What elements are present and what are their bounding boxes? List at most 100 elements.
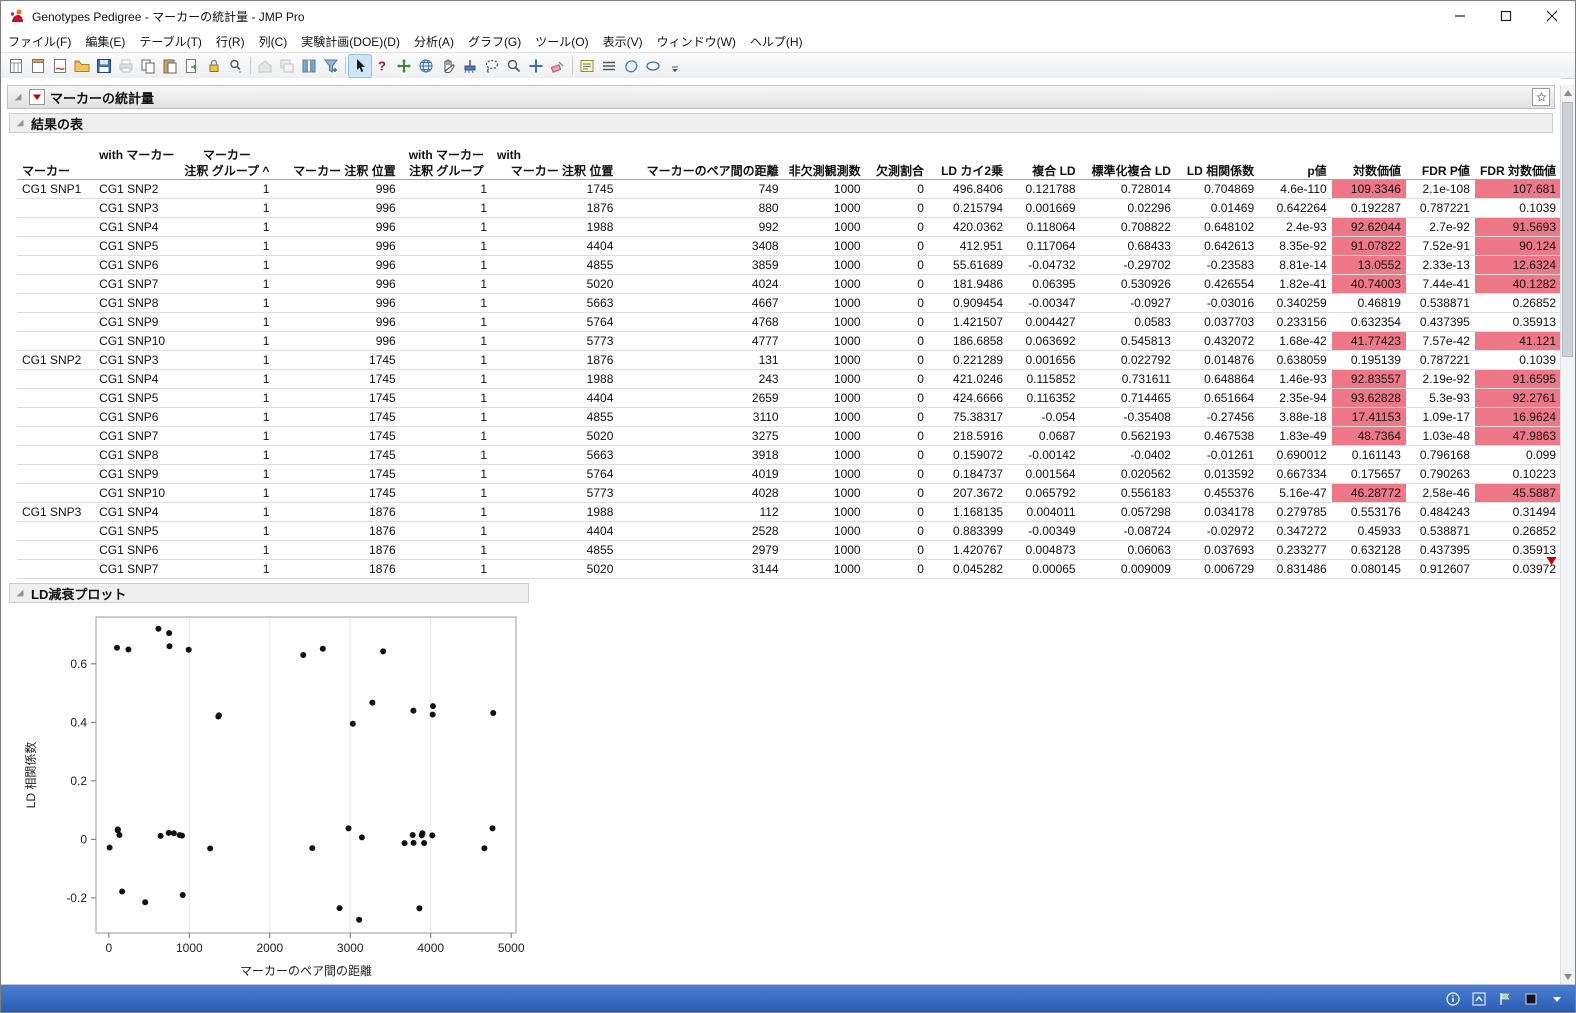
table-cell[interactable]: 0.013592 [1175,464,1260,484]
table-cell[interactable]: 749 [618,179,784,199]
table-cell[interactable]: 1 [179,483,275,503]
table-cell[interactable]: CG1 SNP10 [94,483,180,503]
table-cell[interactable]: 4028 [618,483,784,503]
eraser-tool-icon[interactable] [547,55,569,77]
table-cell[interactable]: 0.10223 [1474,464,1561,484]
table-cell[interactable]: 0.020562 [1080,464,1176,484]
table-cell[interactable]: 1745 [274,350,401,370]
table-cell[interactable]: 112 [618,502,784,522]
table-cell[interactable]: 496.8406 [928,179,1009,199]
table-cell[interactable]: 5.16e-47 [1259,483,1332,503]
table-cell[interactable]: 0.215794 [928,198,1009,218]
table-cell[interactable]: 1000 [783,483,866,503]
table-cell[interactable] [17,521,95,541]
table-cell[interactable]: 880 [618,198,784,218]
table-cell[interactable] [17,426,95,446]
scatter-point[interactable] [166,630,173,637]
table-row[interactable]: CG1 SNP5 1 996 1 4404 3408 1000 0 412.951 0.11706… [17,236,1561,256]
table-cell[interactable]: 0.02296 [1080,198,1176,218]
table-cell[interactable]: 48.7364 [1331,426,1406,446]
table-cell[interactable]: 3859 [618,255,784,275]
scatter-point[interactable] [166,643,173,650]
scatter-point[interactable] [336,905,343,912]
table-cell[interactable] [17,445,95,465]
table-cell[interactable]: 1000 [783,179,866,199]
table-cell[interactable]: 1 [400,274,493,294]
table-cell[interactable]: 1.03e-48 [1405,426,1475,446]
table-cell[interactable]: 1 [400,312,493,332]
table-cell[interactable]: 5764 [492,464,619,484]
table-cell[interactable] [17,217,95,237]
table-cell[interactable]: 0 [865,464,929,484]
table-cell[interactable]: 0.648864 [1175,369,1260,389]
save-icon[interactable] [93,55,115,77]
table-cell[interactable]: 1 [179,521,275,541]
table-cell[interactable]: 0 [865,445,929,465]
table-cell[interactable]: 40.74003 [1331,274,1406,294]
table-cell[interactable]: 0.037703 [1175,312,1260,332]
table-cell[interactable]: 1000 [783,255,866,275]
table-cell[interactable]: 0.437395 [1405,540,1475,560]
table-cell[interactable]: CG1 SNP7 [94,274,180,294]
table-cell[interactable]: CG1 SNP9 [94,464,180,484]
column-header[interactable]: with マーカー 注釈 位置 [492,139,619,180]
table-cell[interactable]: 0.06395 [1008,274,1081,294]
table-cell[interactable]: 1000 [783,274,866,294]
table-cell[interactable]: 1876 [492,198,619,218]
table-cell[interactable]: 0.004011 [1008,502,1081,522]
table-cell[interactable]: 1 [400,236,493,256]
table-cell[interactable] [17,464,95,484]
table-row[interactable]: CG1 SNP7 1 1876 1 5020 3144 1000 0 0.045282 0.000… [17,559,1561,579]
table-cell[interactable]: 5.3e-93 [1405,388,1475,408]
table-cell[interactable]: 2.7e-92 [1405,217,1475,237]
scatter-point[interactable] [142,899,149,906]
print-icon[interactable] [115,55,137,77]
table-cell[interactable]: -0.04732 [1008,255,1081,275]
table-cell[interactable]: 5773 [492,331,619,351]
table-cell[interactable]: 0.184737 [928,464,1009,484]
table-cell[interactable]: 1 [179,426,275,446]
scatter-point[interactable] [380,648,387,655]
table-cell[interactable]: 1000 [783,293,866,313]
info-icon[interactable] [1445,991,1461,1007]
table-cell[interactable]: -0.03016 [1175,293,1260,313]
table-cell[interactable]: 55.61689 [928,255,1009,275]
table-cell[interactable]: 92.62044 [1331,217,1406,237]
home-icon[interactable] [254,55,276,77]
table-cell[interactable]: 3275 [618,426,784,446]
table-cell[interactable]: 41.77423 [1331,331,1406,351]
table-cell[interactable]: 0.347272 [1259,521,1332,541]
table-cell[interactable]: -0.23583 [1175,255,1260,275]
table-cell[interactable] [17,388,95,408]
table-row[interactable]: CG1 SNP5 1 1876 1 4404 2528 1000 0 0.883399 -0.00… [17,521,1561,541]
table-cell[interactable]: 0.642613 [1175,236,1260,256]
table-cell[interactable]: 0 [865,540,929,560]
table-cell[interactable]: -0.00347 [1008,293,1081,313]
column-header[interactable]: 複合 LD [1008,139,1081,180]
table-cell[interactable]: 243 [618,369,784,389]
table-cell[interactable]: 0 [865,255,929,275]
table-cell[interactable]: 5764 [492,312,619,332]
table-cell[interactable]: 0.68433 [1080,236,1176,256]
table-cell[interactable]: 1876 [274,521,401,541]
table-cell[interactable]: 1000 [783,464,866,484]
table-cell[interactable]: 92.2761 [1474,388,1561,408]
table-cell[interactable] [17,369,95,389]
data-filter-icon[interactable] [320,55,342,77]
table-cell[interactable]: 412.951 [928,236,1009,256]
panel-up-icon[interactable] [1471,991,1487,1007]
table-cell[interactable]: 1000 [783,521,866,541]
table-cell[interactable]: 0.159072 [928,445,1009,465]
table-cell[interactable]: 0.556183 [1080,483,1176,503]
table-cell[interactable]: -0.08724 [1080,521,1176,541]
table-cell[interactable]: 0.063692 [1008,331,1081,351]
table-cell[interactable]: 5020 [492,559,619,579]
table-cell[interactable]: 1 [400,445,493,465]
table-cell[interactable]: 75.38317 [928,407,1009,427]
table-cell[interactable]: CG1 SNP5 [94,521,180,541]
column-switcher-icon[interactable] [298,55,320,77]
table-cell[interactable]: 0 [865,179,929,199]
table-cell[interactable]: 0.562193 [1080,426,1176,446]
window-list-icon[interactable] [276,55,298,77]
table-cell[interactable]: 3918 [618,445,784,465]
